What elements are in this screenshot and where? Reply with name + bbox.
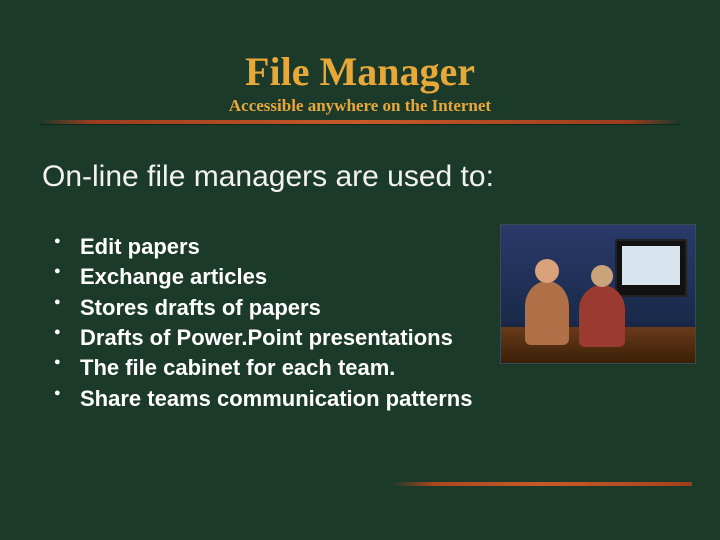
list-item: The file cabinet for each team. bbox=[50, 353, 472, 383]
title-divider bbox=[40, 120, 680, 124]
list-item-label: Edit papers bbox=[80, 234, 200, 259]
bullet-list: Edit papers Exchange articles Stores dra… bbox=[40, 232, 472, 414]
list-item-label: Stores drafts of papers bbox=[80, 295, 321, 320]
slide-photo bbox=[500, 224, 696, 364]
slide: File Manager Accessible anywhere on the … bbox=[0, 0, 720, 540]
list-item-label: The file cabinet for each team. bbox=[80, 355, 395, 380]
slide-subtitle: Accessible anywhere on the Internet bbox=[40, 96, 680, 116]
list-item-label: Share teams communication patterns bbox=[80, 386, 472, 411]
list-item-label: Exchange articles bbox=[80, 264, 267, 289]
list-item: Exchange articles bbox=[50, 262, 472, 292]
list-item: Drafts of Power.Point presentations bbox=[50, 323, 472, 353]
list-item: Stores drafts of papers bbox=[50, 293, 472, 323]
section-heading: On-line file managers are used to: bbox=[42, 160, 680, 194]
footer-divider bbox=[392, 482, 692, 486]
list-item: Share teams communication patterns bbox=[50, 384, 472, 414]
slide-title: File Manager bbox=[40, 50, 680, 94]
list-item: Edit papers bbox=[50, 232, 472, 262]
title-block: File Manager Accessible anywhere on the … bbox=[40, 50, 680, 124]
list-item-label: Drafts of Power.Point presentations bbox=[80, 325, 453, 350]
